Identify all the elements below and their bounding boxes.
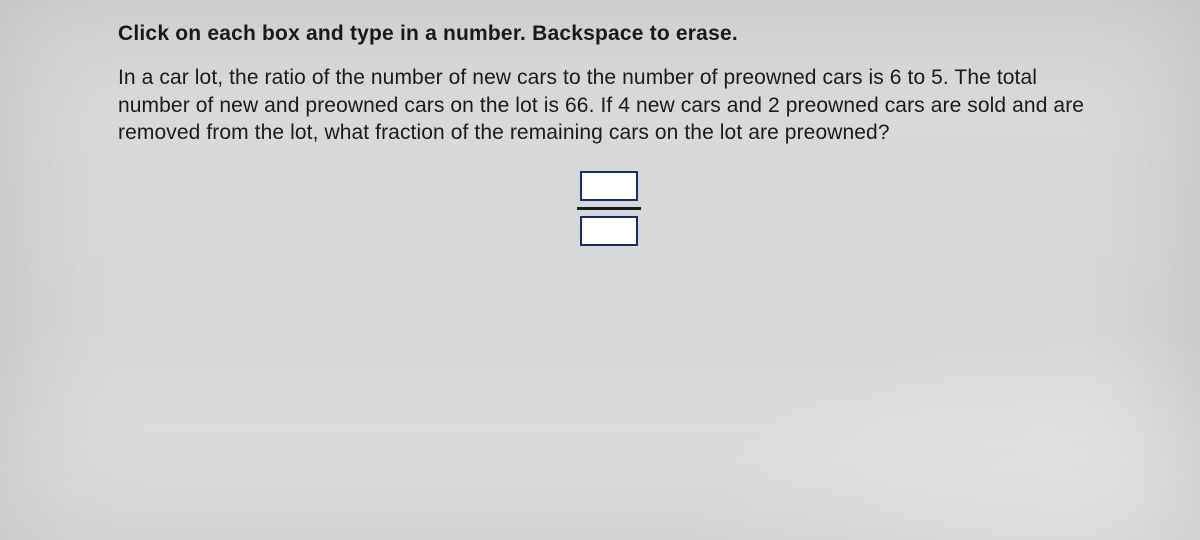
problem-text: In a car lot, the ratio of the number of… — [118, 64, 1100, 147]
instruction-text: Click on each box and type in a number. … — [118, 22, 1100, 46]
photo-glare — [580, 280, 1200, 540]
numerator-input[interactable] — [580, 171, 638, 201]
answer-area — [118, 171, 1100, 246]
fraction-bar — [577, 207, 641, 210]
question-container: Click on each box and type in a number. … — [0, 0, 1200, 246]
fraction-input — [577, 171, 641, 246]
denominator-input[interactable] — [580, 216, 638, 246]
